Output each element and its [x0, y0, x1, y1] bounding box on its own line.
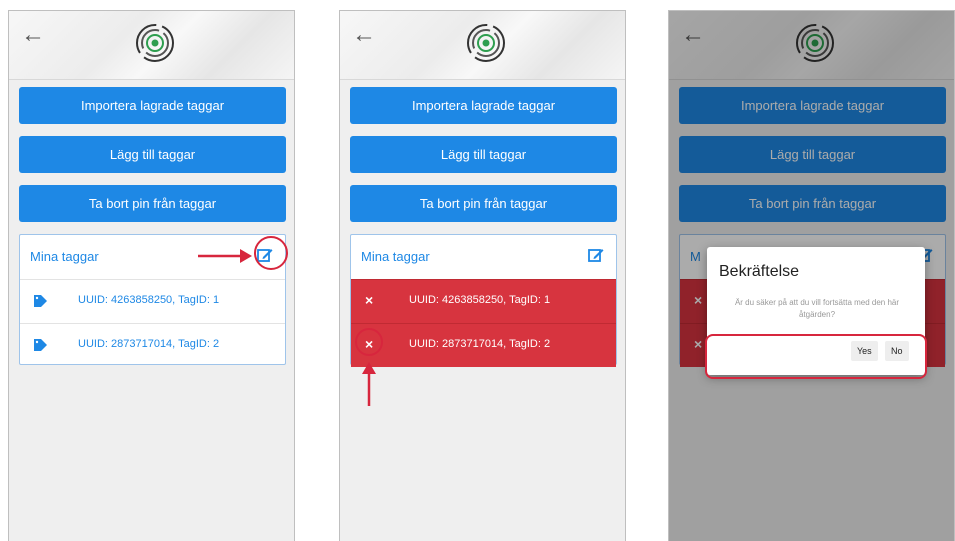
list-item[interactable]: × UUID: 2873717014, TagID: 2: [351, 323, 616, 367]
remove-pin-button[interactable]: Ta bort pin från taggar: [19, 185, 286, 222]
annotation-rect-buttons: [705, 334, 927, 379]
fingerprint-logo-icon: [136, 24, 174, 62]
card-title: Mina taggar: [361, 249, 430, 264]
annotation-circle-delete: [355, 328, 383, 356]
tag-label: UUID: 4263858250, TagID: 1: [78, 294, 220, 306]
annotation-arrow-right: [198, 249, 252, 263]
tag-label: UUID: 4263858250, TagID: 1: [409, 294, 551, 306]
dialog-title: Bekräftelse: [719, 263, 800, 280]
add-tags-button[interactable]: Lägg till taggar: [350, 136, 617, 173]
back-arrow-icon[interactable]: ←: [352, 23, 376, 47]
list-item[interactable]: × UUID: 4263858250, TagID: 1: [351, 279, 616, 323]
dialog-message: Är du säker på att du vill fortsätta med…: [734, 298, 900, 319]
my-tags-card: Mina taggar × UUID: 4263858250, TagID: 1…: [350, 234, 617, 367]
tag-label: UUID: 2873717014, TagID: 2: [409, 338, 551, 350]
header: ←: [340, 11, 625, 80]
screen-edit-mode: ← Importera lagrade taggar Lägg till tag…: [339, 10, 626, 541]
import-tags-button[interactable]: Importera lagrade taggar: [19, 87, 286, 124]
screen-confirm-dialog: ← Importera lagrade taggar Lägg till tag…: [668, 10, 955, 541]
tag-icon: [34, 295, 47, 307]
fingerprint-logo-icon: [467, 24, 505, 62]
remove-pin-button[interactable]: Ta bort pin från taggar: [350, 185, 617, 222]
list-item[interactable]: UUID: 4263858250, TagID: 1: [20, 279, 285, 323]
tag-icon: [34, 339, 47, 351]
import-tags-button[interactable]: Importera lagrade taggar: [350, 87, 617, 124]
list-item[interactable]: UUID: 2873717014, TagID: 2: [20, 323, 285, 367]
add-tags-button[interactable]: Lägg till taggar: [19, 136, 286, 173]
card-title: Mina taggar: [30, 249, 99, 264]
tag-label: UUID: 2873717014, TagID: 2: [78, 338, 220, 350]
delete-icon[interactable]: ×: [365, 292, 373, 308]
back-arrow-icon[interactable]: ←: [21, 23, 45, 47]
edit-icon[interactable]: [588, 247, 604, 263]
annotation-circle-edit: [254, 236, 288, 270]
screen-tag-list: ← Importera lagrade taggar Lägg till tag…: [8, 10, 295, 541]
header: ←: [9, 11, 294, 80]
annotation-arrow-up: [362, 362, 376, 406]
